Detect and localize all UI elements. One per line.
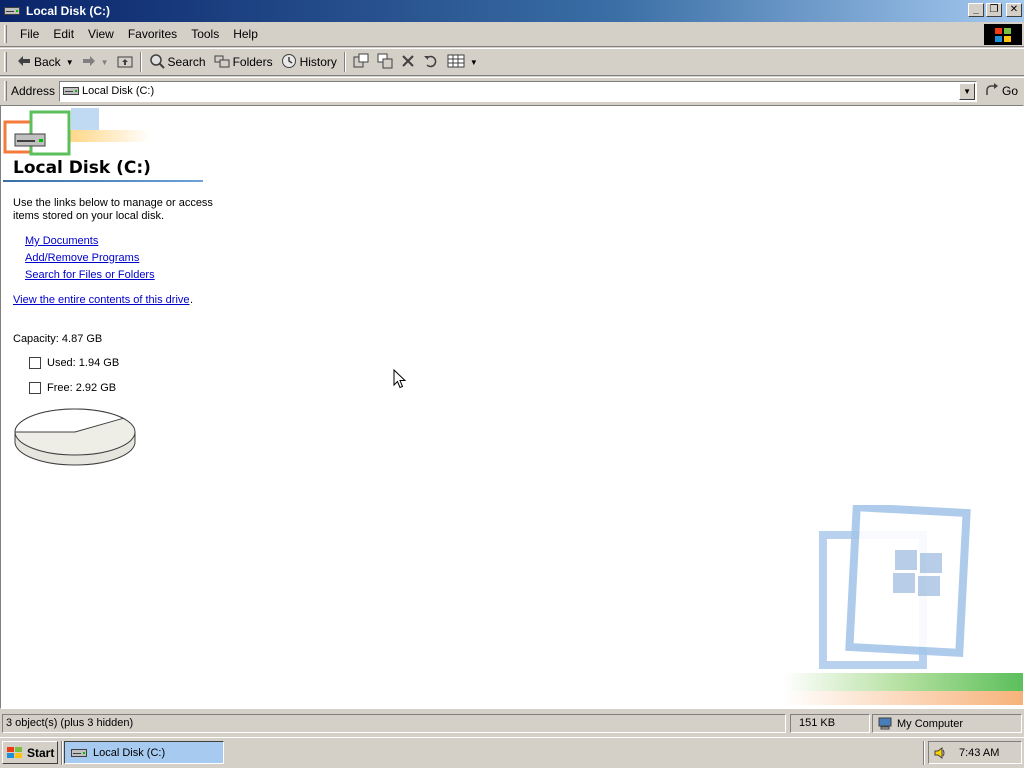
toolbar-separator — [139, 52, 142, 72]
taskbar: Start Local Disk (C:) 7:43 AM — [0, 737, 1024, 768]
address-value: Local Disk (C:) — [82, 85, 155, 97]
menu-grip[interactable] — [4, 25, 7, 43]
used-color-swatch — [29, 357, 41, 369]
windows-flag-icon — [6, 746, 24, 760]
menu-bar: File Edit View Favorites Tools Help — [0, 22, 1024, 47]
free-legend: Free: 2.92 GB — [29, 382, 116, 394]
up-folder-button[interactable] — [113, 52, 137, 73]
back-dropdown-icon[interactable]: ▼ — [66, 58, 74, 67]
close-button[interactable]: ✕ — [1006, 3, 1022, 17]
go-arrow-icon — [985, 82, 999, 100]
folder-content-area[interactable]: Local Disk (C:) Use the links below to m… — [0, 105, 1024, 709]
free-text: Free: 2.92 GB — [47, 382, 117, 394]
standard-toolbar: Back ▼ ▼ Search Folders History ▼ — [0, 48, 1024, 76]
address-label: Address — [11, 84, 56, 98]
minimize-button[interactable]: _ — [968, 3, 984, 17]
views-dropdown-icon[interactable]: ▼ — [470, 58, 478, 67]
folders-button[interactable]: Folders — [210, 52, 277, 73]
status-size: 151 KB — [790, 714, 870, 733]
search-button[interactable]: Search — [145, 51, 210, 74]
toolbar-grip[interactable] — [4, 52, 7, 72]
menu-help[interactable]: Help — [226, 25, 265, 43]
status-zone-label: My Computer — [897, 717, 964, 730]
menu-favorites[interactable]: Favorites — [121, 25, 184, 43]
move-to-icon — [353, 53, 369, 72]
taskbar-item-label: Local Disk (C:) — [93, 746, 166, 759]
tray-separator — [923, 741, 925, 765]
start-label: Start — [27, 745, 55, 760]
back-label: Back — [34, 55, 61, 69]
windows-logo-icon — [984, 24, 1022, 45]
copy-to-icon — [377, 53, 393, 72]
heading-divider — [3, 180, 203, 182]
system-tray: 7:43 AM — [928, 741, 1022, 764]
address-grip[interactable] — [4, 81, 7, 101]
drive-icon — [71, 748, 87, 758]
history-icon — [281, 53, 297, 72]
delete-x-icon — [401, 54, 415, 71]
add-remove-programs-link[interactable]: Add/Remove Programs — [25, 252, 139, 264]
title-bar[interactable]: Local Disk (C:) _ ❐ ✕ — [0, 0, 1024, 22]
start-button[interactable]: Start — [2, 741, 58, 764]
views-grid-icon — [447, 54, 465, 71]
forward-dropdown-icon[interactable]: ▼ — [101, 58, 109, 67]
free-color-swatch — [29, 382, 41, 394]
forward-button[interactable]: ▼ — [78, 53, 113, 72]
views-button[interactable]: ▼ — [443, 52, 482, 73]
my-computer-icon — [877, 717, 893, 731]
delete-button[interactable] — [397, 52, 419, 73]
history-label: History — [299, 55, 337, 69]
panel-description: Use the links below to manage or access … — [13, 197, 213, 222]
folders-icon — [214, 54, 230, 71]
status-object-count: 3 object(s) (plus 3 hidden) — [2, 714, 786, 733]
forward-arrow-icon — [82, 55, 96, 70]
menu-tools[interactable]: Tools — [184, 25, 226, 43]
go-label: Go — [1002, 84, 1019, 98]
menu-file[interactable]: File — [13, 25, 46, 43]
copy-to-button[interactable] — [373, 51, 397, 74]
my-documents-link[interactable]: My Documents — [25, 235, 98, 247]
windows-watermark-graphic — [783, 503, 1023, 708]
link-period: . — [190, 294, 194, 306]
window-title: Local Disk (C:) — [26, 4, 111, 18]
view-drive-contents-link[interactable]: View the entire contents of this drive — [13, 294, 190, 306]
folders-label: Folders — [232, 55, 273, 69]
status-zone: My Computer — [872, 714, 1022, 733]
search-label: Search — [167, 55, 206, 69]
panel-heading: Local Disk (C:) — [13, 158, 151, 178]
drive-banner-graphic — [1, 106, 211, 166]
address-dropdown-button[interactable]: ▼ — [959, 82, 976, 100]
drive-icon — [4, 3, 20, 19]
search-icon — [149, 53, 165, 72]
taskbar-separator — [61, 741, 63, 765]
mouse-pointer-icon — [393, 368, 407, 392]
disk-usage-pie — [13, 406, 137, 471]
used-text: Used: 1.94 GB — [47, 357, 120, 369]
undo-icon — [423, 54, 439, 71]
up-folder-icon — [117, 54, 133, 71]
toolbar-separator — [343, 52, 346, 72]
used-legend: Used: 1.94 GB — [29, 357, 119, 369]
back-arrow-icon — [17, 55, 31, 70]
taskbar-clock[interactable]: 7:43 AM — [959, 747, 999, 759]
history-button[interactable]: History — [277, 51, 341, 74]
status-bar: 3 object(s) (plus 3 hidden) 151 KB My Co… — [0, 712, 1024, 734]
menu-edit[interactable]: Edit — [46, 25, 81, 43]
drive-icon — [63, 86, 80, 96]
undo-button[interactable] — [419, 52, 443, 73]
search-files-folders-link[interactable]: Search for Files or Folders — [25, 269, 155, 281]
taskbar-item-local-disk[interactable]: Local Disk (C:) — [64, 741, 224, 764]
move-to-button[interactable] — [349, 51, 373, 74]
restore-button[interactable]: ❐ — [986, 3, 1002, 17]
go-button[interactable]: Go — [985, 82, 1019, 100]
menu-view[interactable]: View — [81, 25, 121, 43]
address-input[interactable]: Local Disk (C:) ▼ — [59, 80, 978, 102]
capacity-text: Capacity: 4.87 GB — [13, 333, 103, 345]
volume-speaker-icon[interactable] — [933, 746, 947, 760]
address-bar: Address Local Disk (C:) ▼ Go — [0, 77, 1024, 104]
back-button[interactable]: Back ▼ — [13, 53, 78, 72]
